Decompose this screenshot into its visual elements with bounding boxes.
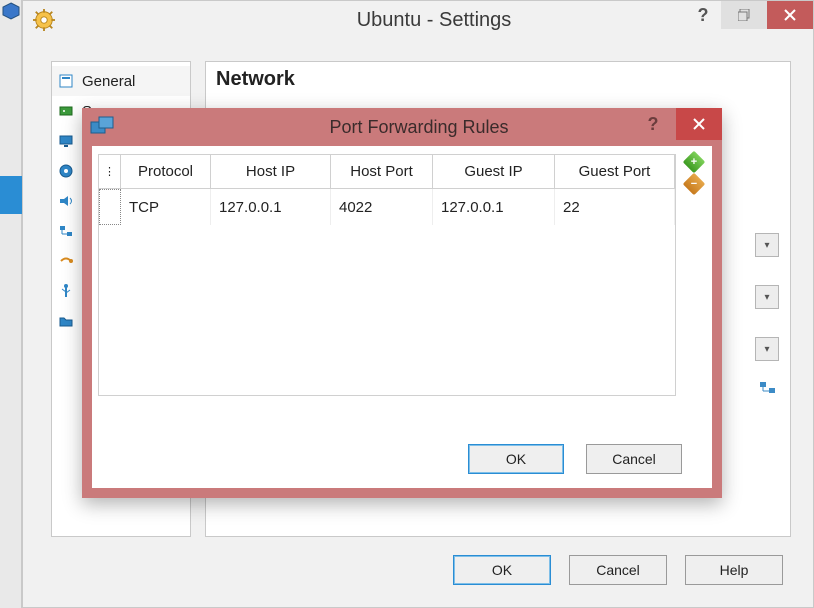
network-icon: [58, 223, 74, 239]
system-icon: [58, 103, 74, 119]
dialog-cancel-button[interactable]: Cancel: [586, 444, 682, 474]
help-button[interactable]: Help: [685, 555, 783, 585]
sidebar-item-general[interactable]: General: [52, 66, 190, 96]
sidebar-item-label: General: [82, 73, 135, 90]
rule-actions: + −: [676, 154, 706, 396]
col-protocol[interactable]: Protocol: [121, 155, 211, 188]
cell-name[interactable]: [99, 189, 121, 225]
folder-icon: [58, 313, 74, 329]
col-guest-port[interactable]: Guest Port: [555, 155, 675, 188]
remove-rule-button[interactable]: −: [683, 173, 706, 196]
general-icon: [58, 73, 74, 89]
cell-guest-port[interactable]: 22: [555, 189, 675, 225]
dialog-help-button[interactable]: ?: [630, 108, 676, 140]
cancel-button[interactable]: Cancel: [569, 555, 667, 585]
dialog-button-bar: OK Cancel: [468, 444, 682, 474]
background-window-sliver: [0, 0, 22, 608]
usb-icon: [58, 283, 74, 299]
virtualbox-logo-icon: [2, 2, 20, 20]
cell-host-port[interactable]: 4022: [331, 189, 433, 225]
content-heading: Network: [216, 68, 780, 91]
storage-icon: [58, 163, 74, 179]
settings-titlebar: Ubuntu - Settings ?: [23, 1, 813, 39]
dropdown-arrow-icon[interactable]: ▾: [755, 285, 779, 309]
display-icon: [58, 133, 74, 149]
table-row[interactable]: TCP 127.0.0.1 4022 127.0.0.1 22: [99, 189, 675, 225]
cell-protocol[interactable]: TCP: [121, 189, 211, 225]
background-selected-vm: [0, 176, 22, 214]
cell-guest-ip[interactable]: 127.0.0.1: [433, 189, 555, 225]
close-button[interactable]: [767, 1, 813, 29]
dialog-close-button[interactable]: [676, 108, 722, 140]
advanced-icon[interactable]: [759, 379, 777, 397]
settings-button-bar: OK Cancel Help: [453, 555, 783, 585]
audio-icon: [58, 193, 74, 209]
dialog-titlebar[interactable]: Port Forwarding Rules ?: [82, 108, 722, 146]
dialog-ok-button[interactable]: OK: [468, 444, 564, 474]
network-screens-icon: [90, 116, 116, 138]
col-guest-ip[interactable]: Guest IP: [433, 155, 555, 188]
gear-icon: [33, 9, 55, 31]
col-host-port[interactable]: Host Port: [331, 155, 433, 188]
cell-host-ip[interactable]: 127.0.0.1: [211, 189, 331, 225]
add-rule-button[interactable]: +: [683, 151, 706, 174]
restore-button[interactable]: [721, 1, 767, 29]
port-forwarding-table[interactable]: ⋮ Protocol Host IP Host Port Guest IP Gu…: [98, 154, 676, 396]
ok-button[interactable]: OK: [453, 555, 551, 585]
col-name[interactable]: ⋮: [99, 155, 121, 188]
serial-icon: [58, 253, 74, 269]
dropdown-arrow-icon[interactable]: ▾: [755, 337, 779, 361]
dropdown-arrow-icon[interactable]: ▾: [755, 233, 779, 257]
port-forwarding-dialog: Port Forwarding Rules ? ⋮ Protocol Host …: [82, 108, 722, 498]
help-button[interactable]: ?: [685, 1, 721, 29]
table-header: ⋮ Protocol Host IP Host Port Guest IP Gu…: [99, 155, 675, 189]
col-host-ip[interactable]: Host IP: [211, 155, 331, 188]
